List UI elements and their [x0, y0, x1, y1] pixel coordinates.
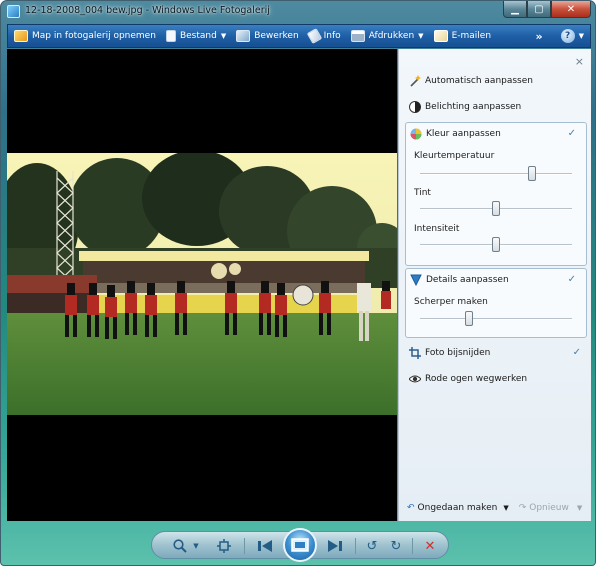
close-icon: ✕	[566, 3, 576, 15]
details-adjust-group: Details aanpassen ✓ Scherper maken	[405, 268, 587, 338]
chevron-down-icon[interactable]: ▼	[503, 504, 508, 512]
photo-viewport[interactable]	[7, 49, 397, 521]
separator	[355, 538, 356, 554]
crop-button[interactable]: Foto bijsnijden	[409, 347, 490, 359]
slider-thumb[interactable]	[492, 201, 500, 216]
slideshow-icon	[291, 538, 309, 552]
toolbar-print-menu[interactable]: Afdrukken ▼	[350, 25, 424, 47]
toolbar-print-label: Afdrukken	[368, 31, 415, 41]
slider-thumb[interactable]	[528, 166, 537, 181]
title-bar[interactable]: 12-18-2008_004 bew.jpg - Windows Live Fo…	[1, 1, 595, 23]
chevron-down-icon[interactable]: ▼	[579, 32, 584, 40]
actual-size-icon[interactable]	[216, 538, 232, 554]
navigation-controls: ▼ ↺ ↻ ✕	[151, 528, 449, 562]
help-icon[interactable]: ?	[560, 29, 575, 43]
info-tag-icon	[306, 28, 322, 44]
close-button[interactable]: ✕	[551, 1, 591, 18]
exposure-icon	[409, 101, 421, 113]
exposure-label: Belichting aanpassen	[425, 102, 522, 112]
magic-wand-icon	[409, 75, 421, 87]
toolbar-add-folder-label: Map in fotogalerij opnemen	[32, 31, 156, 41]
slider-thumb[interactable]	[464, 311, 473, 326]
toolbar-info[interactable]: Info	[306, 25, 341, 47]
tint-label: Tint	[414, 188, 431, 198]
redo-button[interactable]: Opnieuw	[529, 503, 569, 513]
crop-icon	[409, 347, 421, 359]
undo-button[interactable]: Ongedaan maken	[418, 503, 498, 513]
email-icon	[433, 30, 448, 42]
color-temperature-slider[interactable]	[420, 166, 572, 181]
redeye-button[interactable]: Rode ogen wegwerken	[408, 373, 528, 385]
next-icon[interactable]	[327, 538, 343, 554]
maximize-icon: ▢	[534, 3, 544, 15]
toolbar-email-label: E-mailen	[451, 31, 492, 41]
slideshow-button[interactable]	[283, 528, 317, 562]
rotate-left-icon[interactable]: ↺	[364, 538, 380, 554]
crop-label: Foto bijsnijden	[425, 348, 491, 358]
toolbar-file-label: Bestand	[179, 31, 217, 41]
auto-adjust-label: Automatisch aanpassen	[425, 76, 533, 86]
file-icon	[165, 30, 176, 42]
chevron-down-icon[interactable]: ▼	[577, 504, 582, 512]
toolbar-add-folder[interactable]: Map in fotogalerij opnemen	[14, 25, 156, 47]
chevron-down-icon: ▼	[418, 32, 424, 40]
fix-panel: × Automatisch aanpassen Belichting aanpa…	[398, 49, 591, 521]
separator	[412, 538, 413, 554]
color-checkmark-icon: ✓	[567, 128, 576, 139]
toolbar-email[interactable]: E-mailen	[433, 25, 492, 47]
toolbar-edit-label: Bewerken	[254, 31, 299, 41]
add-folder-icon	[14, 30, 28, 42]
toolbar-edit[interactable]: Bewerken	[236, 25, 299, 47]
toolbar: Map in fotogalerij opnemen Bestand ▼ Bew…	[7, 24, 591, 48]
app-window: 12-18-2008_004 bew.jpg - Windows Live Fo…	[0, 0, 596, 566]
previous-icon[interactable]	[257, 538, 273, 554]
window-controls: ▁ ▢ ✕	[503, 1, 591, 18]
color-wheel-icon	[410, 128, 422, 140]
undo-redo-bar: ↶ Ongedaan maken ▼ ↷ Opnieuw ▼	[407, 503, 582, 513]
chevron-down-icon: ▼	[220, 32, 227, 40]
app-icon	[7, 5, 20, 18]
minimize-button[interactable]: ▁	[503, 1, 527, 18]
intensity-slider[interactable]	[420, 237, 572, 252]
maximize-button[interactable]: ▢	[527, 1, 551, 18]
undo-icon: ↶	[407, 503, 415, 513]
panel-close-icon[interactable]: ×	[575, 55, 584, 68]
color-adjust-label: Kleur aanpassen	[426, 129, 501, 139]
color-adjust-header[interactable]: Kleur aanpassen	[410, 128, 501, 140]
zoom-icon[interactable]	[172, 538, 188, 554]
color-adjust-group: Kleur aanpassen ✓ Kleurtemperatuur Tint …	[405, 122, 587, 266]
marching-band-photo	[7, 153, 397, 415]
eye-icon	[408, 373, 422, 385]
toolbar-info-label: Info	[323, 31, 341, 41]
window-title: 12-18-2008_004 bew.jpg - Windows Live Fo…	[25, 5, 270, 16]
intensity-label: Intensiteit	[414, 224, 460, 234]
redeye-label: Rode ogen wegwerken	[425, 374, 528, 384]
details-triangle-icon	[410, 274, 422, 287]
rotate-right-icon[interactable]: ↻	[388, 538, 404, 554]
details-adjust-header[interactable]: Details aanpassen	[410, 274, 509, 287]
edit-icon	[236, 30, 251, 42]
photo	[7, 153, 397, 415]
auto-adjust-button[interactable]: Automatisch aanpassen	[409, 75, 533, 87]
separator	[244, 538, 245, 554]
color-temperature-label: Kleurtemperatuur	[414, 151, 495, 161]
redo-icon: ↷	[518, 503, 527, 513]
details-checkmark-icon: ✓	[567, 274, 576, 285]
details-adjust-label: Details aanpassen	[426, 275, 509, 285]
crop-checkmark-icon: ✓	[572, 347, 581, 358]
sharpen-label: Scherper maken	[414, 297, 488, 307]
delete-icon[interactable]: ✕	[422, 538, 438, 554]
zoom-chevron-down-icon[interactable]: ▼	[188, 538, 204, 554]
tint-slider[interactable]	[420, 201, 572, 216]
printer-icon	[350, 30, 365, 42]
slider-thumb[interactable]	[492, 237, 500, 252]
minimize-icon: ▁	[511, 3, 519, 15]
exposure-button[interactable]: Belichting aanpassen	[409, 101, 521, 113]
sharpen-slider[interactable]	[420, 311, 572, 326]
toolbar-right: » ? ▼	[536, 25, 584, 47]
toolbar-file-menu[interactable]: Bestand ▼	[165, 25, 227, 47]
more-chevron-icon[interactable]: »	[536, 30, 543, 43]
